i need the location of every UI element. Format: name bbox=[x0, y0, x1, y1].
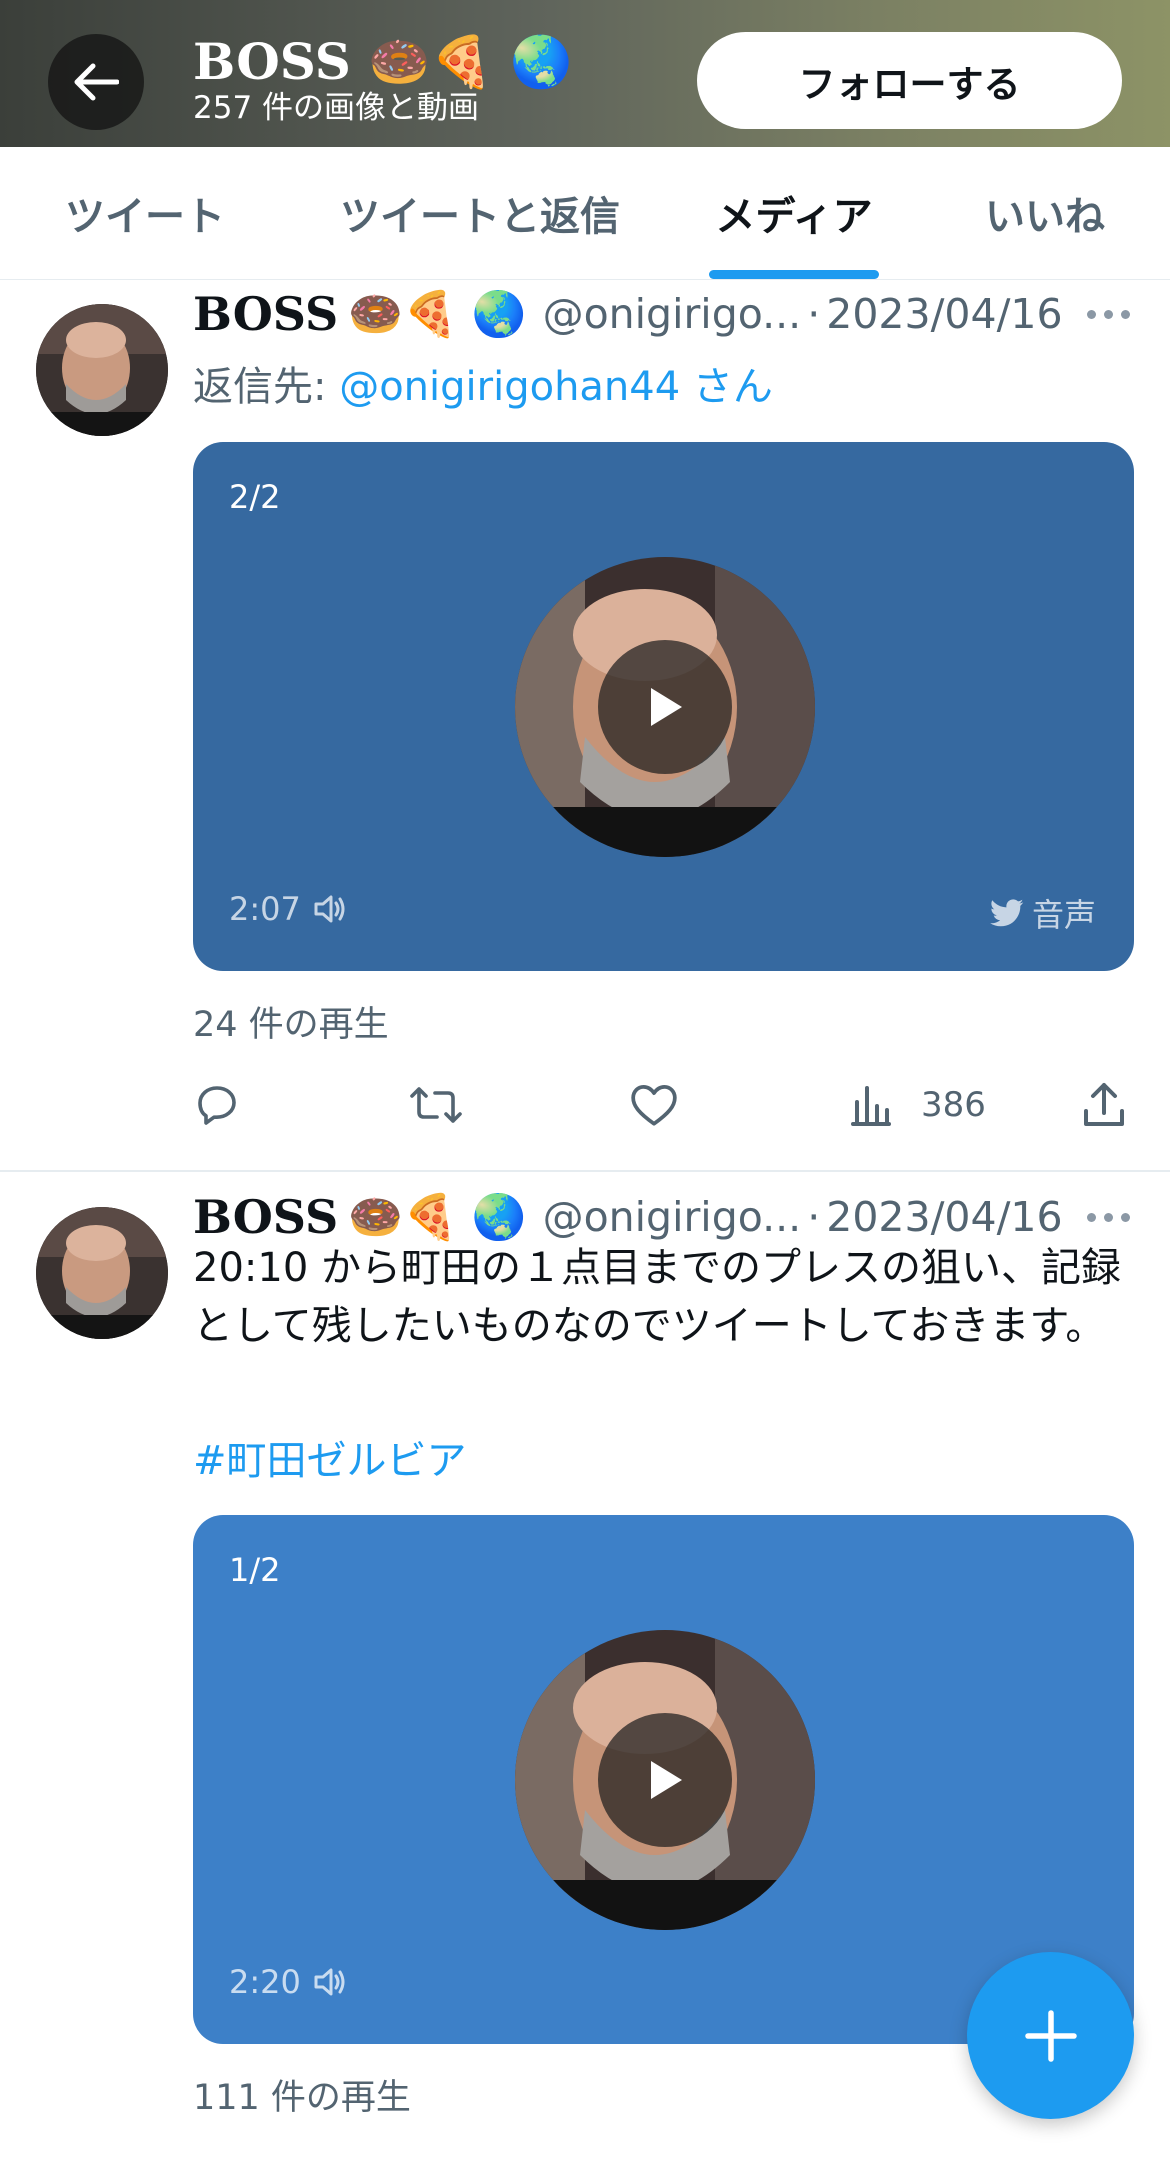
play-count: 24 件の再生 bbox=[193, 1005, 389, 1045]
media-count-subtitle: 257 件の画像と動画 bbox=[193, 90, 480, 126]
profile-name: BOSS 🍩🍕 🌏 bbox=[193, 32, 573, 91]
tab-tweets[interactable]: ツイート bbox=[0, 147, 290, 279]
audio-badge: 音声 bbox=[990, 890, 1096, 936]
avatar[interactable] bbox=[36, 1207, 168, 1339]
tab-media[interactable]: メディア bbox=[694, 147, 894, 279]
retweet-icon bbox=[410, 1087, 462, 1123]
play-button[interactable] bbox=[598, 1713, 732, 1847]
share-button[interactable] bbox=[1081, 1070, 1127, 1140]
like-button[interactable] bbox=[629, 1070, 679, 1140]
video-player[interactable]: 1/2 2:20 bbox=[193, 1515, 1134, 2044]
avatar[interactable] bbox=[36, 304, 168, 436]
author-emoji: 🍩🍕 🌏 bbox=[348, 1192, 527, 1243]
speaker-icon bbox=[314, 895, 345, 923]
tweet[interactable]: BOSS 🍩🍕 🌏 @onigirigo... · 2023/04/16 返信先… bbox=[0, 282, 1170, 1170]
profile-header: BOSS 🍩🍕 🌏 257 件の画像と動画 フォローする bbox=[0, 0, 1170, 147]
arrow-left-icon bbox=[74, 63, 119, 101]
media-counter: 2/2 bbox=[229, 478, 281, 516]
reply-to-line: 返信先: @onigirigohan44 さん bbox=[193, 354, 773, 412]
compose-plus-icon bbox=[1024, 2009, 1077, 2062]
duration-text: 2:07 bbox=[229, 890, 301, 928]
play-icon bbox=[651, 1761, 682, 1799]
tweet-date[interactable]: 2023/04/16 bbox=[826, 290, 1062, 338]
author-emoji: 🍩🍕 🌏 bbox=[348, 289, 527, 340]
separator-dot: · bbox=[807, 290, 821, 338]
compose-button[interactable] bbox=[967, 1952, 1134, 2119]
audio-label: 音声 bbox=[1031, 896, 1096, 934]
tweet-divider bbox=[0, 1170, 1170, 1172]
follow-button[interactable]: フォローする bbox=[697, 32, 1122, 129]
speaker-icon bbox=[314, 1968, 345, 1996]
duration-text: 2:20 bbox=[229, 1963, 301, 2001]
video-duration: 2:07 bbox=[229, 890, 347, 928]
more-options-button[interactable] bbox=[1080, 299, 1136, 329]
media-counter: 1/2 bbox=[229, 1551, 281, 1589]
reply-button[interactable] bbox=[193, 1070, 241, 1140]
reply-icon bbox=[198, 1086, 236, 1125]
author-handle[interactable]: @onigirigo... bbox=[543, 290, 802, 338]
views-count: 386 bbox=[921, 1085, 986, 1125]
tab-tweets-and-replies[interactable]: ツイートと返信 bbox=[300, 147, 660, 279]
reply-prefix: 返信先: bbox=[193, 364, 340, 410]
author-handle[interactable]: @onigirigo... bbox=[543, 1193, 802, 1241]
heart-icon bbox=[631, 1085, 677, 1126]
retweet-button[interactable] bbox=[409, 1070, 463, 1140]
hashtag-link[interactable]: #町田ゼルビア bbox=[193, 1428, 467, 1486]
video-thumbnail bbox=[515, 557, 815, 857]
tweet-text: 20:10 から町田の１点目までのプレスの狙い、記録として残したいものなのでツイ… bbox=[193, 1245, 1121, 1349]
more-options-button[interactable] bbox=[1080, 1202, 1136, 1232]
active-tab-indicator bbox=[709, 270, 879, 279]
tweet-actions: 386 bbox=[193, 1070, 1133, 1140]
reply-handle-link[interactable]: @onigirigohan44 さん bbox=[339, 364, 773, 410]
video-thumbnail bbox=[515, 1630, 815, 1930]
play-icon bbox=[651, 688, 682, 726]
video-duration: 2:20 bbox=[229, 1963, 347, 2001]
play-button[interactable] bbox=[598, 640, 732, 774]
author-name[interactable]: BOSS bbox=[193, 287, 338, 341]
analytics-bars-icon bbox=[851, 1086, 891, 1126]
author-name[interactable]: BOSS bbox=[193, 1190, 338, 1244]
share-icon bbox=[1084, 1083, 1124, 1126]
twitter-bird-icon bbox=[990, 899, 1024, 927]
back-button[interactable] bbox=[48, 34, 144, 130]
tweet-header: BOSS 🍩🍕 🌏 @onigirigo... · 2023/04/16 bbox=[193, 282, 1063, 346]
profile-tabs: ツイート ツイートと返信 メディア いいね bbox=[0, 147, 1170, 280]
play-count: 111 件の再生 bbox=[193, 2078, 411, 2118]
video-player[interactable]: 2/2 2:07 音声 bbox=[193, 442, 1134, 971]
views-button[interactable]: 386 bbox=[849, 1070, 986, 1140]
separator-dot: · bbox=[807, 1193, 821, 1241]
tab-likes[interactable]: いいね bbox=[955, 147, 1135, 279]
tweet-date[interactable]: 2023/04/16 bbox=[826, 1193, 1062, 1241]
